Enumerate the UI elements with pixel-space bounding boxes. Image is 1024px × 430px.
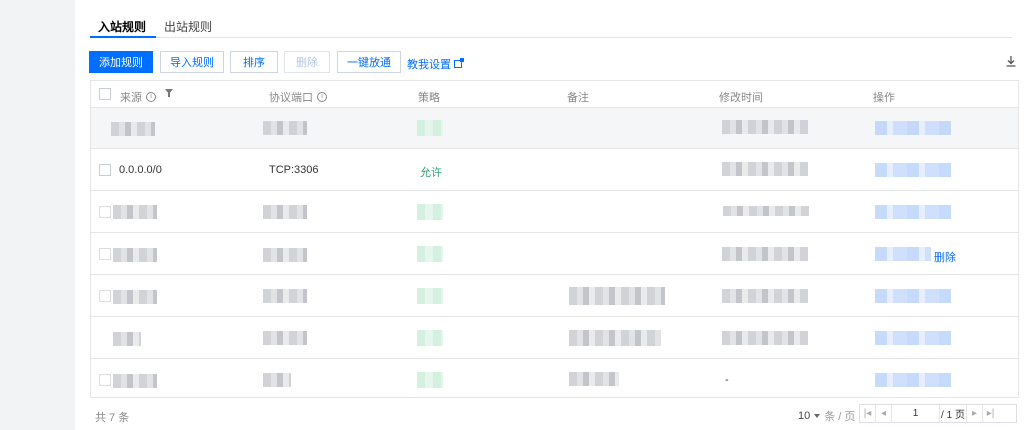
- external-link-icon: [454, 58, 464, 68]
- blurred-policy: [417, 204, 443, 220]
- total-pages: / 1 页: [941, 410, 965, 421]
- blurred-port: [263, 205, 307, 219]
- header-source: 来源 i: [120, 89, 156, 105]
- header-port: 协议端口 i: [269, 89, 327, 105]
- download-icon[interactable]: [1006, 56, 1016, 67]
- blurred-policy: [417, 330, 443, 346]
- add-rule-button[interactable]: 添加规则: [89, 51, 153, 73]
- blurred-port: [263, 331, 307, 345]
- table-header: 来源 i 协议端口 i 策略 备注 修改时间 操作: [91, 81, 1018, 108]
- prev-page-icon[interactable]: ◂: [876, 405, 892, 422]
- blurred-time: [722, 247, 808, 261]
- policy-cell: 允许: [420, 167, 442, 179]
- active-tab-underline: [90, 36, 156, 38]
- select-all-checkbox[interactable]: [99, 88, 111, 100]
- blurred-note: [569, 287, 665, 305]
- chevron-down-icon: [814, 414, 821, 418]
- source-cell: 0.0.0.0/0: [119, 164, 162, 176]
- blurred-port: [263, 248, 307, 262]
- header-note: 备注: [567, 92, 589, 104]
- table-row[interactable]: [91, 192, 1018, 233]
- blurred-actions[interactable]: [875, 121, 951, 135]
- rules-table: 来源 i 协议端口 i 策略 备注 修改时间 操作 0.0.0.0/0 TCP:…: [90, 80, 1019, 398]
- blurred-time: [723, 206, 809, 216]
- total-count: 共 7 条: [95, 412, 130, 424]
- tab-inbound-rules[interactable]: 入站规则: [98, 18, 146, 35]
- info-icon[interactable]: i: [146, 92, 156, 102]
- sort-button[interactable]: 排序: [230, 51, 278, 73]
- port-cell: TCP:3306: [269, 164, 319, 176]
- header-source-label: 来源: [120, 92, 142, 104]
- row-checkbox[interactable]: [99, 248, 111, 260]
- help-setup-label: 教我设置: [407, 59, 451, 71]
- delete-button[interactable]: 删除: [284, 51, 330, 73]
- table-row[interactable]: [91, 276, 1018, 317]
- table-row[interactable]: [91, 108, 1018, 149]
- table-row[interactable]: 0.0.0.0/0 TCP:3306 允许: [91, 150, 1018, 191]
- row-checkbox[interactable]: [99, 164, 111, 176]
- pagination: |◂ ◂ 1 / 1 页 ▸ ▸|: [859, 404, 1017, 423]
- next-page-icon[interactable]: ▸: [966, 405, 982, 422]
- blurred-note: [569, 330, 661, 346]
- blurred-source: [113, 374, 157, 388]
- blurred-source: [113, 248, 157, 262]
- security-group-rules-panel: 入站规则 出站规则 添加规则 导入规则 排序 删除 一键放通 教我设置 来源 i…: [75, 0, 1024, 430]
- blurred-source: [113, 332, 141, 346]
- blurred-actions[interactable]: [875, 163, 951, 177]
- allow-all-button[interactable]: 一键放通: [337, 51, 401, 73]
- blurred-actions[interactable]: [875, 205, 951, 219]
- filter-icon[interactable]: [165, 89, 173, 97]
- blurred-policy: [417, 120, 443, 136]
- blurred-time: [722, 120, 808, 134]
- header-modified-time: 修改时间: [719, 92, 763, 104]
- blurred-source: [113, 290, 157, 304]
- blurred-actions[interactable]: [875, 247, 931, 261]
- first-page-icon[interactable]: |◂: [860, 405, 876, 422]
- blurred-port: [263, 373, 291, 387]
- table-row[interactable]: -: [91, 360, 1018, 401]
- blurred-actions[interactable]: [875, 331, 951, 345]
- last-page-icon[interactable]: ▸|: [982, 405, 998, 422]
- table-row[interactable]: 删除: [91, 234, 1018, 275]
- blurred-port: [263, 289, 307, 303]
- header-port-label: 协议端口: [269, 92, 313, 104]
- blurred-actions[interactable]: [875, 289, 951, 303]
- blurred-policy: [417, 288, 443, 304]
- modified-time-cell: -: [725, 374, 729, 386]
- blurred-source: [113, 205, 157, 219]
- help-setup-link[interactable]: 教我设置: [407, 56, 464, 72]
- tab-outbound-rules[interactable]: 出站规则: [164, 18, 212, 35]
- blurred-time: [722, 162, 808, 176]
- header-policy: 策略: [418, 92, 440, 104]
- blurred-actions[interactable]: [875, 373, 951, 387]
- row-checkbox[interactable]: [99, 374, 111, 386]
- row-checkbox[interactable]: [99, 206, 111, 218]
- info-icon[interactable]: i: [317, 92, 327, 102]
- delete-rule-link[interactable]: 删除: [934, 249, 956, 265]
- table-row[interactable]: [91, 318, 1018, 359]
- header-actions: 操作: [873, 92, 895, 104]
- blurred-time: [722, 331, 808, 345]
- page-number-input[interactable]: 1: [892, 405, 940, 422]
- left-rail: [0, 0, 75, 430]
- blurred-port: [263, 121, 307, 135]
- blurred-time: [722, 289, 808, 303]
- page-size-unit: 条 / 页: [824, 411, 856, 423]
- row-checkbox[interactable]: [99, 290, 111, 302]
- blurred-note: [569, 372, 619, 386]
- page-size-select[interactable]: 10 条 / 页: [798, 408, 855, 424]
- blurred-policy: [417, 246, 443, 262]
- page-size-value: 10: [798, 410, 811, 422]
- import-rules-button[interactable]: 导入规则: [160, 51, 224, 73]
- blurred-source: [111, 122, 155, 136]
- rule-tabs: 入站规则 出站规则: [90, 12, 1012, 38]
- blurred-policy: [417, 372, 443, 388]
